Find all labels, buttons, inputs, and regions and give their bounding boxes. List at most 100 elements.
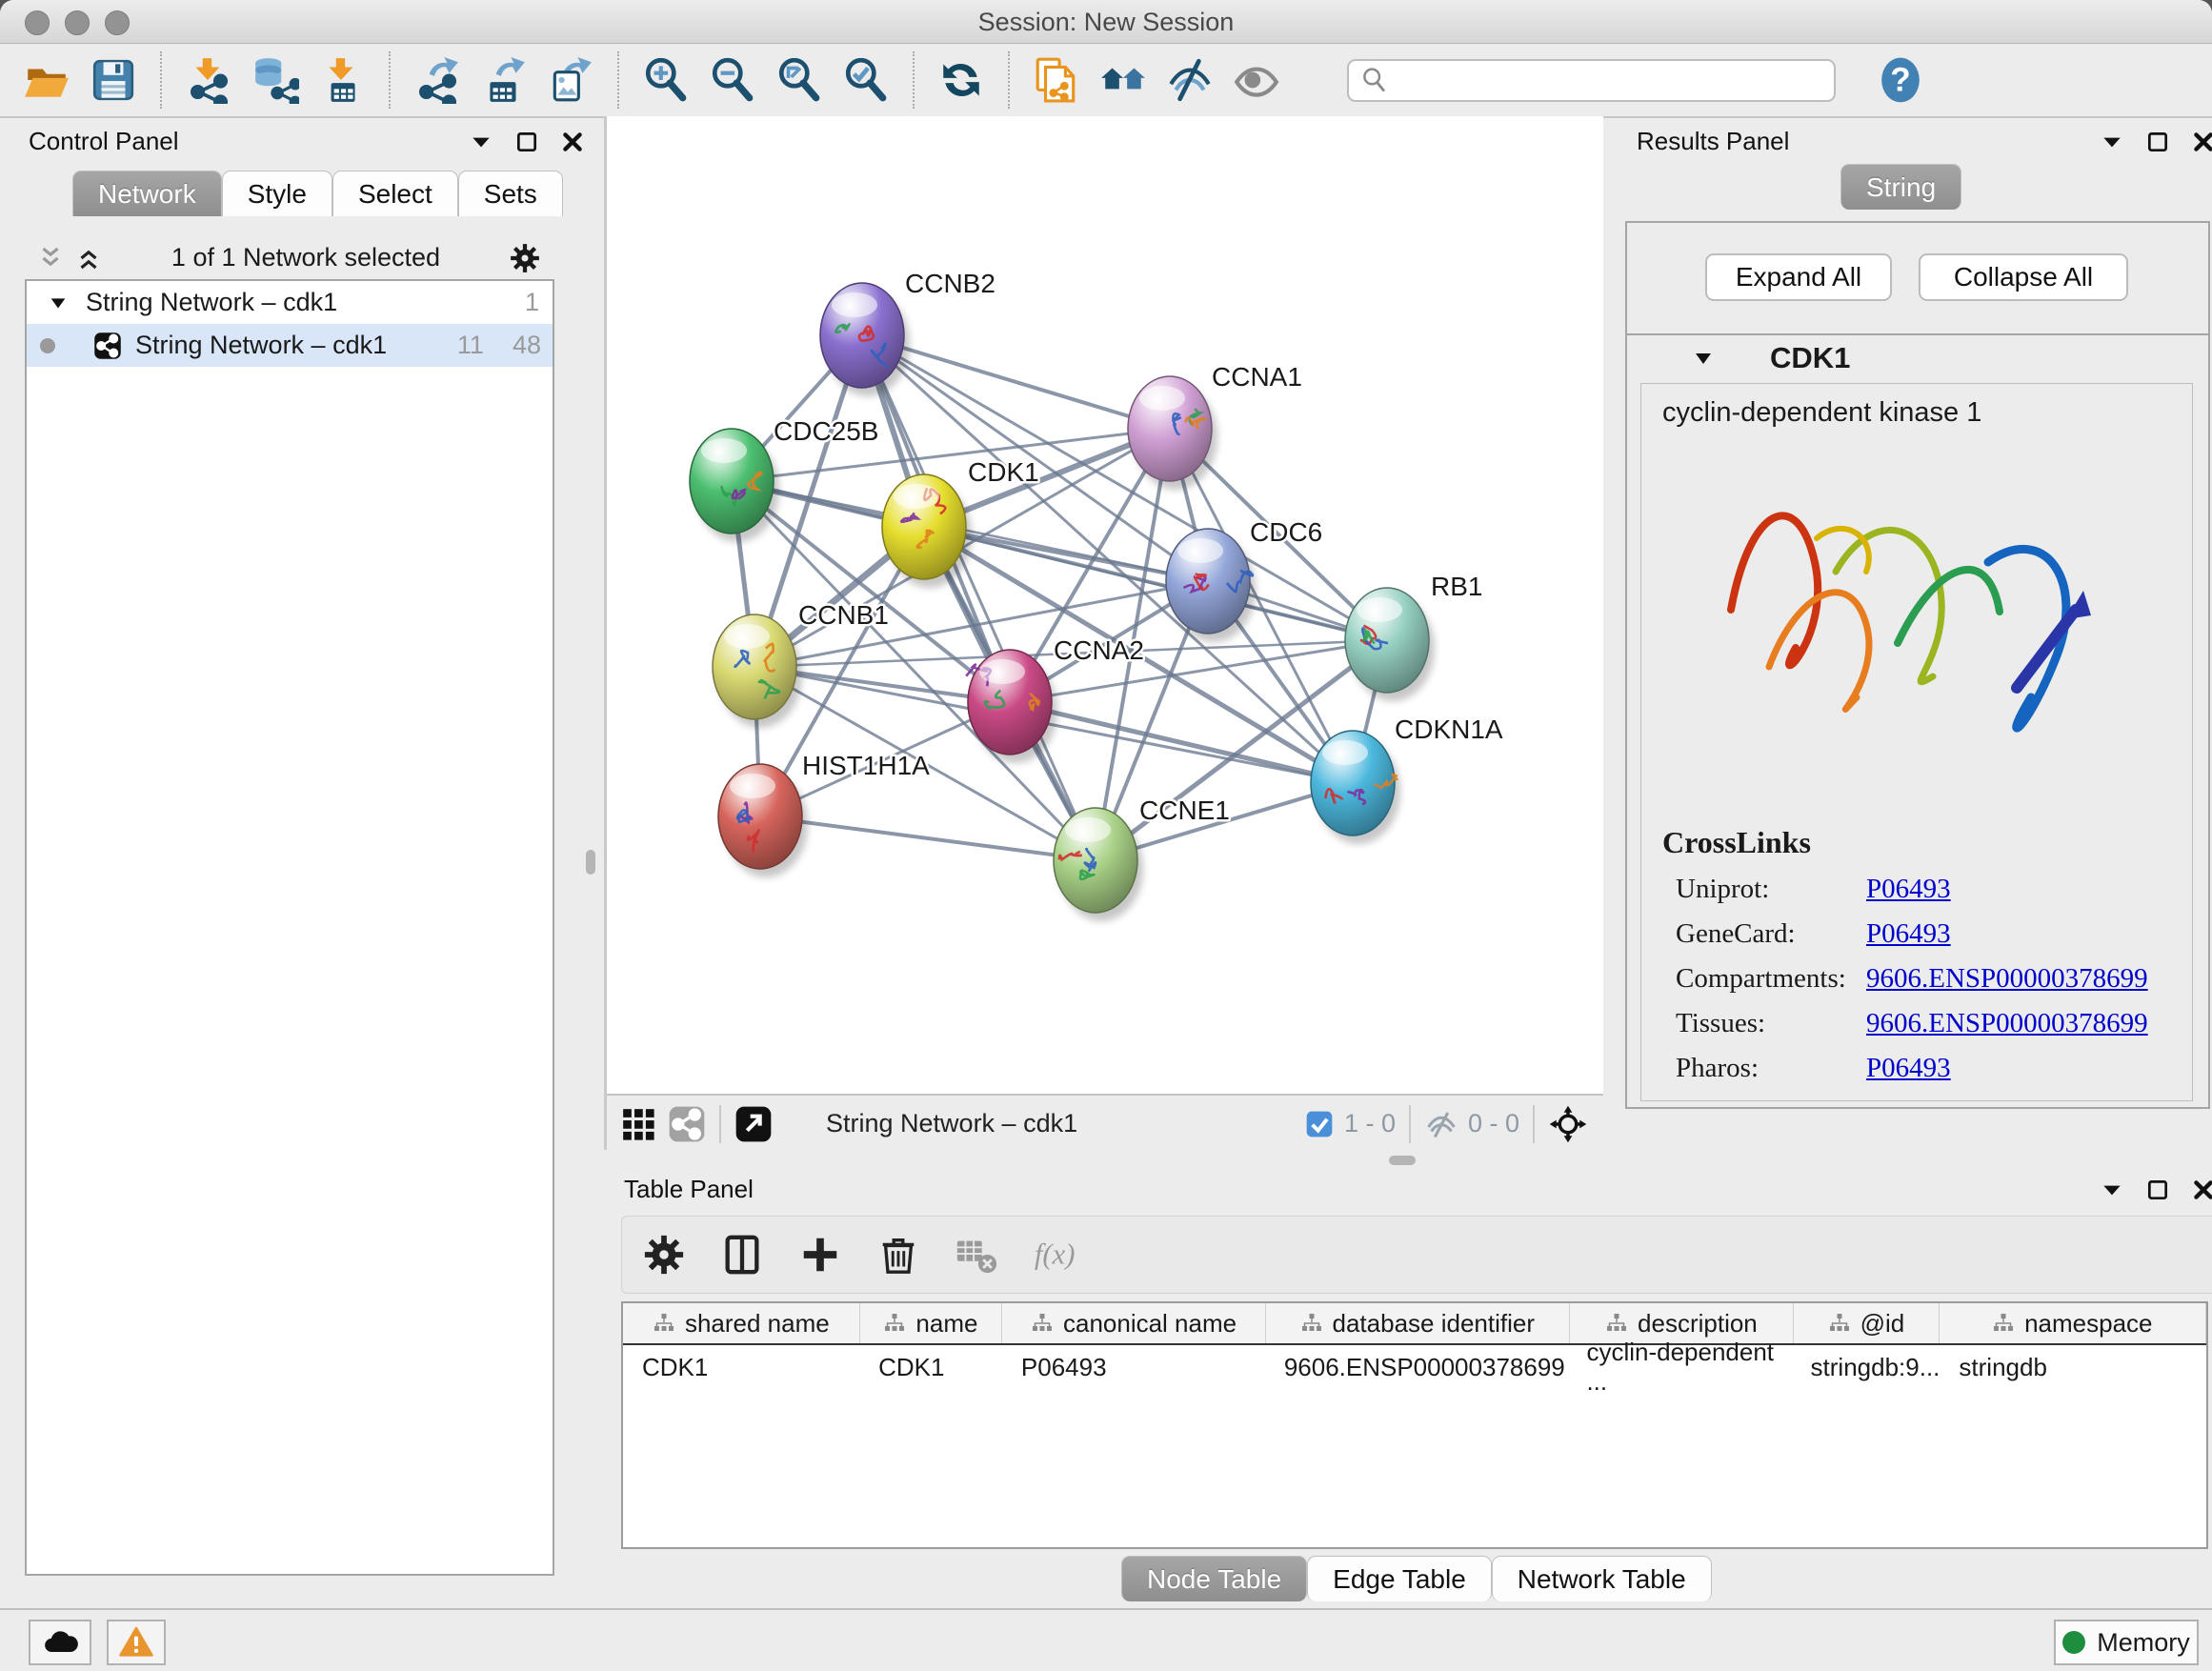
add-column-icon[interactable] <box>794 1228 847 1281</box>
export-table-icon[interactable] <box>471 51 537 109</box>
crosslink-link[interactable]: 9606.ENSP00000378699 <box>1866 1008 2148 1039</box>
node-CDC6[interactable]: CDC6 <box>1166 517 1322 642</box>
crosslink-link[interactable]: P06493 <box>1866 918 1951 950</box>
delete-table-icon[interactable] <box>950 1228 1003 1281</box>
merge-columns-icon[interactable] <box>715 1228 769 1281</box>
column-header-@id[interactable]: @id <box>1794 1303 1939 1343</box>
tab-node-table[interactable]: Node Table <box>1121 1556 1307 1601</box>
collection-expander-icon[interactable] <box>48 292 69 313</box>
node-CCNB1[interactable]: CCNB1 <box>713 600 889 728</box>
table-cell[interactable]: P06493 <box>1002 1345 1265 1389</box>
column-header-name[interactable]: name <box>860 1303 1003 1343</box>
expand-all-button[interactable]: Expand All <box>1705 253 1892 301</box>
refresh-layout-icon[interactable] <box>928 51 995 109</box>
table-cell[interactable]: CDK1 <box>859 1345 1002 1389</box>
network-edge-count: 48 <box>513 331 541 360</box>
zoom-fit-icon[interactable] <box>766 51 833 109</box>
import-network-file-icon[interactable] <box>175 51 242 109</box>
network-selection-status: 1 of 1 Network selected <box>103 243 509 272</box>
edge-HIST1H1A-CCNE1[interactable] <box>760 816 1096 860</box>
crosslink-link[interactable]: 9606.ENSP00000378699 <box>1866 963 2148 995</box>
open-session-icon[interactable] <box>13 51 80 109</box>
node-label-CCNB2: CCNB2 <box>905 269 995 298</box>
network-options-gear-icon[interactable] <box>509 242 541 274</box>
open-in-window-icon[interactable] <box>734 1105 773 1143</box>
collapse-all-button[interactable]: Collapse All <box>1919 253 2128 301</box>
table-cell[interactable]: stringdb <box>1940 1345 2206 1389</box>
panel-menu-icon[interactable] <box>2100 130 2124 154</box>
left-splitter-handle[interactable] <box>586 850 595 875</box>
gene-expander-icon[interactable] <box>1692 347 1715 370</box>
zoom-in-icon[interactable] <box>633 51 699 109</box>
function-builder-icon[interactable]: f(x) <box>1028 1228 1081 1281</box>
network-collection-row[interactable]: String Network – cdk1 1 <box>27 281 553 324</box>
network-row[interactable]: String Network – cdk1 11 48 <box>27 324 553 367</box>
network-view-share-icon[interactable] <box>668 1105 706 1143</box>
column-header-canonical-name[interactable]: canonical name <box>1002 1303 1266 1343</box>
network-canvas[interactable]: CCNB2CCNA1CDC25BCDK1CDC6RB1CCNB1CCNA2CDK… <box>607 116 1603 1094</box>
column-header-namespace[interactable]: namespace <box>1940 1303 2206 1343</box>
search-field[interactable] <box>1391 65 1824 96</box>
tab-style[interactable]: Style <box>222 171 332 216</box>
memory-label: Memory <box>2097 1628 2190 1658</box>
clone-network-icon[interactable] <box>1023 51 1090 109</box>
collapse-all-networks-icon[interactable] <box>36 244 65 272</box>
warning-button[interactable] <box>107 1620 166 1665</box>
node-CCNE1[interactable]: CCNE1 <box>1054 795 1230 921</box>
table-splitter-handle[interactable] <box>1389 1156 1416 1165</box>
tab-string[interactable]: String <box>1840 164 1961 210</box>
table-cell[interactable]: cyclin-dependent ... <box>1567 1345 1791 1389</box>
node-HIST1H1A[interactable]: HIST1H1A <box>718 751 930 877</box>
crosslink-link[interactable]: P06493 <box>1866 874 1951 905</box>
float-panel-icon[interactable] <box>2145 1178 2170 1202</box>
tab-select[interactable]: Select <box>332 171 458 216</box>
panel-menu-icon[interactable] <box>2100 1178 2124 1202</box>
fit-selected-icon[interactable] <box>1548 1104 1588 1144</box>
node-label-CCNB1: CCNB1 <box>798 600 889 630</box>
grid-view-icon[interactable] <box>620 1106 656 1142</box>
crosslinks-title: CrossLinks <box>1662 825 2192 860</box>
column-header-database-identifier[interactable]: database identifier <box>1266 1303 1570 1343</box>
network-list-header: 1 of 1 Network selected <box>25 236 551 279</box>
crosslink-link[interactable]: P06493 <box>1866 1053 1951 1084</box>
export-network-icon[interactable] <box>404 51 471 109</box>
help-icon[interactable]: ? <box>1874 53 1927 107</box>
memory-button[interactable]: Memory <box>2054 1620 2199 1665</box>
hidden-eye-icon[interactable] <box>1424 1107 1458 1141</box>
import-network-database-icon[interactable] <box>242 51 309 109</box>
expand-all-networks-icon[interactable] <box>74 244 103 272</box>
first-neighbors-icon[interactable] <box>1090 51 1156 109</box>
export-image-icon[interactable] <box>537 51 604 109</box>
column-header-shared-name[interactable]: shared name <box>623 1303 860 1343</box>
save-session-icon[interactable] <box>80 51 147 109</box>
tab-sets[interactable]: Sets <box>458 171 563 216</box>
table-cell[interactable]: CDK1 <box>623 1345 859 1389</box>
zoom-selected-icon[interactable] <box>833 51 899 109</box>
close-panel-icon[interactable] <box>2191 130 2212 154</box>
tab-edge-table[interactable]: Edge Table <box>1307 1556 1492 1601</box>
table-settings-icon[interactable] <box>637 1228 691 1281</box>
import-table-file-icon[interactable] <box>309 51 375 109</box>
hide-selected-icon[interactable] <box>1156 51 1223 109</box>
show-all-icon[interactable] <box>1223 51 1290 109</box>
selected-checkbox-icon[interactable] <box>1304 1109 1335 1139</box>
float-panel-icon[interactable] <box>514 130 539 154</box>
tab-network[interactable]: Network <box>72 171 222 216</box>
hidden-counts: 0 - 0 <box>1468 1109 1519 1138</box>
close-panel-icon[interactable] <box>2191 1178 2212 1202</box>
protein-structure-image <box>1702 448 2112 800</box>
close-panel-icon[interactable] <box>560 130 585 154</box>
node-label-CCNA1: CCNA1 <box>1212 362 1302 392</box>
node-CDKN1A[interactable]: CDKN1A <box>1311 715 1503 844</box>
float-panel-icon[interactable] <box>2145 130 2170 154</box>
node-RB1[interactable]: RB1 <box>1345 572 1482 701</box>
zoom-out-icon[interactable] <box>699 51 766 109</box>
table-cell[interactable]: 9606.ENSP00000378699 <box>1265 1345 1568 1389</box>
cloud-status-button[interactable] <box>29 1620 91 1665</box>
panel-menu-icon[interactable] <box>469 130 493 154</box>
search-input[interactable] <box>1347 59 1836 102</box>
delete-column-icon[interactable] <box>872 1228 925 1281</box>
edge-CCNB2-CCNE1[interactable] <box>862 335 1096 860</box>
table-cell[interactable]: stringdb:9... <box>1792 1345 1941 1389</box>
tab-network-table[interactable]: Network Table <box>1492 1556 1712 1601</box>
